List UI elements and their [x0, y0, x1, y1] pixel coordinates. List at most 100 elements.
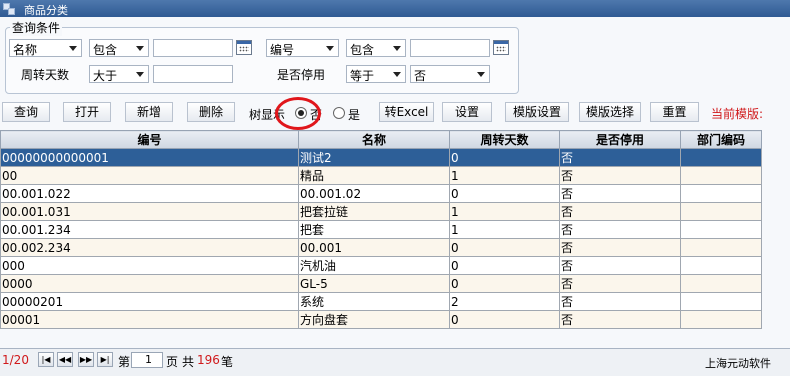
column-header-turnover-days[interactable]: 周转天数	[449, 130, 560, 149]
turnover-days-input[interactable]	[153, 65, 233, 83]
delete-button[interactable]: 删除	[187, 102, 235, 122]
export-excel-button[interactable]: 转Excel	[379, 102, 434, 122]
turnover-days-label: 周转天数	[21, 68, 70, 82]
add-button[interactable]: 新增	[125, 102, 173, 122]
total-prefix: 共	[182, 355, 195, 369]
chevron-down-icon	[477, 72, 485, 77]
calendar-icon[interactable]	[236, 40, 252, 55]
total-count: 196	[197, 353, 220, 367]
cell-code: 000	[0, 256, 299, 275]
window-titlebar: 商品分类	[0, 0, 790, 17]
table-row[interactable]: 00001 方向盘套 0 否	[0, 310, 762, 329]
column-header-name[interactable]: 名称	[298, 130, 450, 149]
cell-name: 00.001	[298, 238, 450, 257]
disabled-value: 否	[414, 69, 427, 83]
template-settings-button[interactable]: 模版设置	[505, 102, 569, 122]
cell-name: 方向盘套	[298, 310, 450, 329]
cell-disabled: 否	[559, 148, 681, 167]
table-row[interactable]: 00000201 系统 2 否	[0, 292, 762, 311]
settings-button[interactable]: 设置	[442, 102, 492, 122]
disabled-value-select[interactable]: 否	[410, 65, 490, 83]
cell-dept-code	[680, 238, 762, 257]
calendar-icon[interactable]	[493, 40, 509, 55]
cell-code: 00.002.234	[0, 238, 299, 257]
query-button[interactable]: 查询	[2, 102, 50, 122]
field2-select[interactable]: 编号	[266, 39, 339, 57]
cell-dept-code	[680, 148, 762, 167]
cell-code: 00.001.022	[0, 184, 299, 203]
cell-turnover-days: 2	[449, 292, 560, 311]
cell-disabled: 否	[559, 184, 681, 203]
column-header-code[interactable]: 编号	[0, 130, 299, 149]
cell-dept-code	[680, 256, 762, 275]
cell-turnover-days: 0	[449, 256, 560, 275]
cell-disabled: 否	[559, 166, 681, 185]
operator1-select[interactable]: 包含	[89, 39, 149, 57]
operator1-value: 包含	[93, 43, 118, 57]
cell-name: 测试2	[298, 148, 450, 167]
table-row[interactable]: 00.001.234 把套 1 否	[0, 220, 762, 239]
table-header: 编号 名称 周转天数 是否停用 部门编码	[0, 130, 762, 149]
cell-turnover-days: 0	[449, 148, 560, 167]
last-page-icon[interactable]: ▶|	[97, 352, 113, 367]
table-row[interactable]: 00.002.234 00.001 0 否	[0, 238, 762, 257]
cell-code: 00000201	[0, 292, 299, 311]
cell-disabled: 否	[559, 202, 681, 221]
chevron-down-icon	[393, 46, 401, 51]
cell-dept-code	[680, 292, 762, 311]
next-page-icon[interactable]: ▶▶	[78, 352, 94, 367]
table-row[interactable]: 000 汽机油 0 否	[0, 256, 762, 275]
open-button[interactable]: 打开	[63, 102, 111, 122]
column-header-disabled[interactable]: 是否停用	[559, 130, 681, 149]
current-template-label: 当前模版:	[711, 107, 764, 121]
cell-name: 精品	[298, 166, 450, 185]
template-select-button[interactable]: 模版选择	[579, 102, 641, 122]
operator2-value: 包含	[350, 43, 375, 57]
cell-turnover-days: 0	[449, 184, 560, 203]
column-header-dept-code[interactable]: 部门编码	[680, 130, 762, 149]
cell-turnover-days: 1	[449, 220, 560, 239]
category-table: 编号 名称 周转天数 是否停用 部门编码 00000000000001 测试2 …	[0, 130, 762, 329]
cell-turnover-days: 1	[449, 202, 560, 221]
operator2-select[interactable]: 包含	[346, 39, 406, 57]
value1-input[interactable]	[153, 39, 233, 57]
pager-bar: 1/20 |◀ ◀◀ ▶▶ ▶| 第 1 页 共 196 笔 上海元动软件	[0, 348, 790, 376]
cell-code: 00001	[0, 310, 299, 329]
cell-disabled: 否	[559, 310, 681, 329]
cell-disabled: 否	[559, 274, 681, 293]
table-row[interactable]: 0000 GL-5 0 否	[0, 274, 762, 293]
prev-page-icon[interactable]: ◀◀	[57, 352, 73, 367]
page-suffix: 页	[166, 355, 179, 369]
chevron-down-icon	[136, 72, 144, 77]
reset-button[interactable]: 重置	[650, 102, 699, 122]
table-row[interactable]: 00.001.031 把套拉链 1 否	[0, 202, 762, 221]
page-count: 1/20	[2, 353, 29, 367]
cell-turnover-days: 0	[449, 274, 560, 293]
field1-select[interactable]: 名称	[9, 39, 82, 57]
table-row[interactable]: 00000000000001 测试2 0 否	[0, 148, 762, 167]
table-row[interactable]: 00.001.022 00.001.02 0 否	[0, 184, 762, 203]
turnover-operator-select[interactable]: 大于	[89, 65, 149, 83]
cell-code: 00.001.234	[0, 220, 299, 239]
cell-code: 00000000000001	[0, 148, 299, 167]
chevron-down-icon	[136, 46, 144, 51]
cell-turnover-days: 0	[449, 238, 560, 257]
disabled-operator-select[interactable]: 等于	[346, 65, 406, 83]
first-page-icon[interactable]: |◀	[38, 352, 54, 367]
cell-disabled: 否	[559, 256, 681, 275]
chevron-down-icon	[69, 46, 77, 51]
data-grid: 编号 名称 周转天数 是否停用 部门编码 00000000000001 测试2 …	[0, 130, 790, 346]
field2-value: 编号	[270, 43, 295, 57]
cell-disabled: 否	[559, 292, 681, 311]
cell-dept-code	[680, 166, 762, 185]
table-row[interactable]: 00 精品 1 否	[0, 166, 762, 185]
window-title: 商品分类	[24, 4, 68, 17]
tree-radio-yes-label: 是	[348, 108, 361, 122]
cell-name: 汽机油	[298, 256, 450, 275]
value2-input[interactable]	[410, 39, 490, 57]
cell-disabled: 否	[559, 238, 681, 257]
page-number-input[interactable]: 1	[131, 352, 163, 368]
cell-dept-code	[680, 202, 762, 221]
cell-turnover-days: 0	[449, 310, 560, 329]
tree-radio-yes[interactable]	[333, 107, 345, 119]
